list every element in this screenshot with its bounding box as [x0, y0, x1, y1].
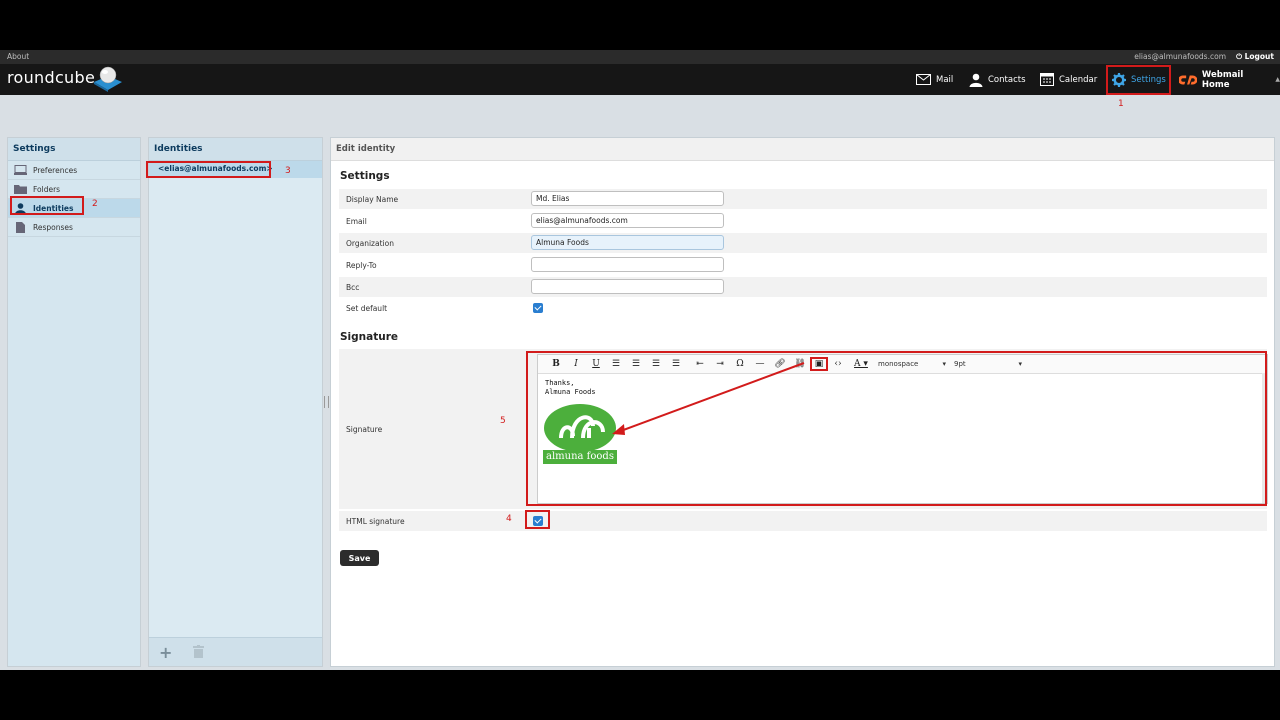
nav-calendar[interactable]: Calendar: [1040, 64, 1097, 95]
computer-icon: [14, 165, 27, 175]
settings-item-preferences-label: Preferences: [33, 165, 78, 175]
settings-item-folders-label: Folders: [33, 184, 61, 194]
annotation-arrow: [612, 362, 805, 435]
annotation-box-settings: [1106, 65, 1171, 95]
settings-item-responses-label: Responses: [33, 222, 73, 232]
reply-to-row: Reply-To: [339, 255, 1267, 275]
add-identity-icon[interactable]: +: [159, 643, 172, 662]
app-window: About elias@almunafoods.com ⏻ Logout rou…: [0, 50, 1280, 670]
annotation-box-identity: [146, 161, 271, 178]
signature-label: Signature: [346, 425, 383, 434]
signature-section-title: Signature: [340, 331, 399, 343]
identities-panel-title: Identities: [149, 138, 322, 161]
nav-webmail-home[interactable]: Webmail Home ▲: [1179, 64, 1280, 95]
calendar-icon: [1040, 73, 1054, 86]
logout-label: Logout: [1244, 52, 1274, 61]
organization-label: Organization: [346, 239, 394, 248]
save-button[interactable]: Save: [340, 550, 379, 566]
settings-panel-title: Settings: [8, 138, 140, 161]
html-signature-row: HTML signature: [339, 511, 1267, 531]
contacts-icon: [969, 73, 983, 87]
annotation-box-identities: [10, 196, 84, 215]
folder-icon: [14, 185, 27, 194]
bcc-input[interactable]: [531, 279, 724, 294]
settings-section-title: Settings: [340, 170, 390, 182]
annotation-number-2: 2: [92, 199, 98, 209]
bcc-label: Bcc: [346, 283, 360, 292]
settings-item-responses[interactable]: Responses: [8, 218, 140, 237]
display-name-row: Display Name: [339, 189, 1267, 209]
trash-icon[interactable]: [193, 645, 204, 658]
identities-panel: Identities <elias@almunafoods.com> +: [148, 137, 323, 667]
settings-item-preferences[interactable]: Preferences: [8, 161, 140, 180]
roundcube-logo-icon: [94, 66, 122, 92]
nav-webmail-home-label: Webmail Home: [1201, 69, 1244, 90]
set-default-checkbox[interactable]: [533, 303, 543, 313]
document-icon: [16, 221, 25, 233]
top-bar: About elias@almunafoods.com ⏻ Logout: [0, 50, 1280, 64]
display-name-input[interactable]: [531, 191, 724, 206]
organization-row: Organization: [339, 233, 1267, 253]
user-email: elias@almunafoods.com: [1134, 52, 1226, 61]
bcc-row: Bcc: [339, 277, 1267, 297]
nav-mail-label: Mail: [936, 74, 954, 85]
annotation-number-1: 1: [1118, 99, 1124, 109]
organization-input[interactable]: [531, 235, 724, 250]
email-input[interactable]: [531, 213, 724, 228]
annotation-box-html-signature: [525, 510, 550, 529]
display-name-label: Display Name: [346, 195, 399, 204]
set-default-label: Set default: [346, 304, 388, 313]
logo-text: roundcube: [7, 68, 96, 87]
email-row: Email: [339, 211, 1267, 231]
settings-panel: Settings Preferences Folders Identities …: [7, 137, 141, 667]
logout-link[interactable]: ⏻ Logout: [1236, 52, 1274, 62]
annotation-number-4: 4: [506, 514, 512, 524]
set-default-row: Set default: [339, 298, 1267, 318]
edit-identity-header: Edit identity: [331, 138, 1274, 161]
nav-calendar-label: Calendar: [1059, 74, 1098, 85]
nav-contacts[interactable]: Contacts: [969, 64, 1026, 95]
mail-icon: [916, 74, 931, 85]
email-label: Email: [346, 217, 367, 226]
annotation-number-3: 3: [285, 166, 291, 176]
reply-to-label: Reply-To: [346, 261, 377, 270]
annotation-number-5: 5: [500, 416, 506, 426]
reply-to-input[interactable]: [531, 257, 724, 272]
nav-contacts-label: Contacts: [988, 74, 1026, 85]
html-signature-label: HTML signature: [346, 517, 405, 526]
identities-footer: +: [149, 637, 322, 666]
header-bar: roundcube Mail Contacts Calendar Setting…: [0, 64, 1280, 95]
about-link[interactable]: About: [7, 52, 29, 61]
cpanel-icon: [1179, 75, 1197, 84]
dropdown-arrow-icon[interactable]: ▲: [1275, 76, 1280, 83]
nav-mail[interactable]: Mail: [916, 64, 953, 95]
panel-splitter[interactable]: [324, 396, 329, 408]
